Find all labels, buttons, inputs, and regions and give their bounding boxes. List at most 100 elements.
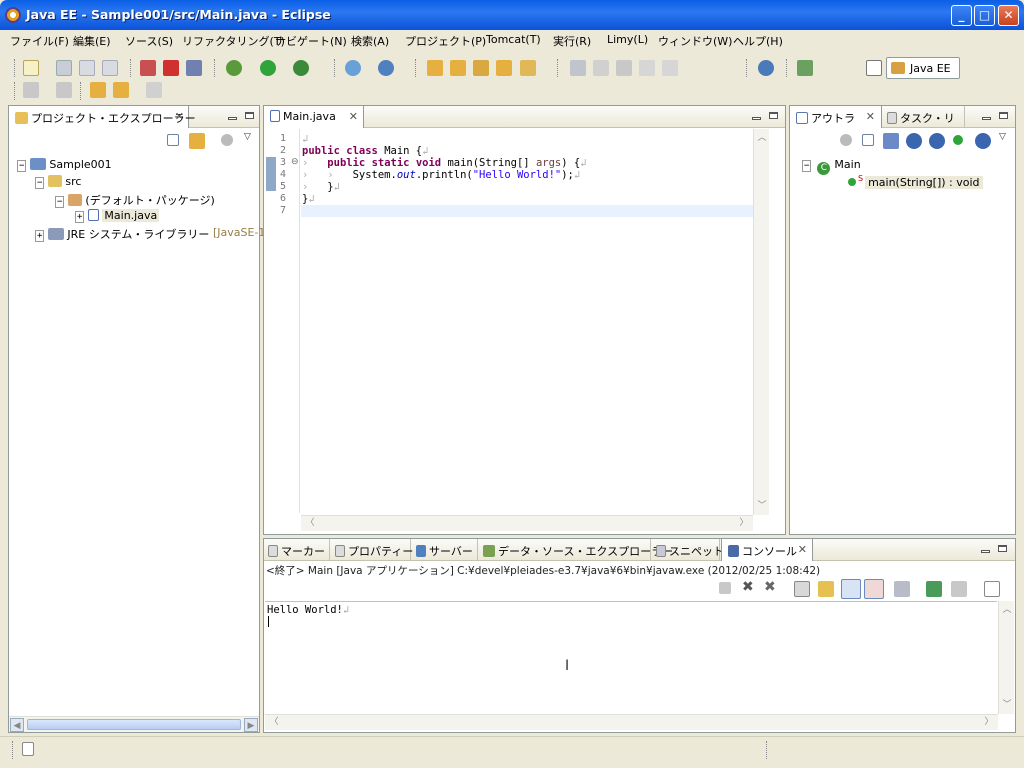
team-sync-icon[interactable] <box>797 60 813 76</box>
minimize-view-icon[interactable] <box>981 550 990 553</box>
collapse-all-icon[interactable] <box>862 134 874 146</box>
menu-limy[interactable]: Limy(L) <box>607 33 648 46</box>
tree-item-default-package[interactable]: − (デフォルト・パッケージ) <box>55 192 215 208</box>
maximize-view-icon[interactable] <box>998 545 1007 552</box>
pin-console-icon[interactable] <box>894 581 910 597</box>
title-bar[interactable]: Java EE - Sample001/src/Main.java - Ecli… <box>0 0 1024 30</box>
tab-outline[interactable]: アウトラ ✕ <box>790 106 882 128</box>
expand-toggle-icon[interactable]: + <box>35 230 45 242</box>
close-icon[interactable]: ✕ <box>349 110 358 123</box>
close-button[interactable]: ✕ <box>998 5 1019 26</box>
code-line-4[interactable]: › › System.out.println("Hello World!");↲ <box>302 169 580 181</box>
scroll-thumb[interactable] <box>27 719 241 730</box>
code-line-3[interactable]: › public static void main(String[] args)… <box>302 157 587 169</box>
back-icon[interactable] <box>113 82 129 98</box>
hide-fields-icon[interactable] <box>906 133 922 149</box>
remove-all-terminated-icon[interactable]: ✖ <box>764 579 776 595</box>
minimize-view-icon[interactable] <box>228 117 237 120</box>
show-source-icon[interactable] <box>639 60 655 76</box>
paragraph-icon[interactable] <box>662 60 678 76</box>
code-line-5[interactable]: › }↲ <box>302 181 340 193</box>
menu-edit[interactable]: 編集(E) <box>73 33 111 49</box>
menu-source[interactable]: ソース(S) <box>125 33 173 49</box>
fold-toggle-icon[interactable]: ⊖ <box>291 157 299 167</box>
console-horizontal-scrollbar[interactable]: 〈 〉 <box>265 714 998 730</box>
tab-servers[interactable]: サーバー <box>412 539 478 561</box>
minimize-view-icon[interactable] <box>982 117 991 120</box>
horizontal-scrollbar[interactable]: ◀ ▶ <box>9 716 259 732</box>
collapse-toggle-icon[interactable]: − <box>802 160 812 172</box>
scroll-down-icon[interactable]: ﹀ <box>1000 698 1014 712</box>
tree-item-src[interactable]: − src <box>35 175 81 189</box>
console-vertical-scrollbar[interactable]: ︿ ﹀ <box>998 601 1014 714</box>
scroll-right-icon[interactable]: 〉 <box>737 516 751 530</box>
collapse-all-icon[interactable] <box>167 134 179 146</box>
outline-item-class[interactable]: − C Main <box>802 158 861 175</box>
customize-icon[interactable] <box>840 134 852 146</box>
tab-properties[interactable]: プロパティー <box>331 539 413 561</box>
close-icon[interactable]: ✕ <box>175 110 184 123</box>
menu-window[interactable]: ウィンドウ(W) <box>658 33 732 49</box>
scroll-lock-icon[interactable] <box>818 581 834 597</box>
code-line-1[interactable]: ↲ <box>302 133 308 145</box>
tab-task-list[interactable]: タスク・リ <box>883 106 965 128</box>
minimize-button[interactable]: _ <box>951 5 972 26</box>
show-on-stdout-icon[interactable] <box>841 579 861 599</box>
collapse-toggle-icon[interactable]: − <box>17 160 27 172</box>
menu-refactor[interactable]: リファクタリング(T) <box>182 33 285 49</box>
code-line-2[interactable]: public class Main {↲ <box>302 145 428 157</box>
menu-help[interactable]: ヘルプ(H) <box>733 33 783 49</box>
code-line-6[interactable]: }↲ <box>302 193 315 205</box>
scroll-right-icon[interactable]: ▶ <box>244 718 258 732</box>
show-on-stderr-icon[interactable] <box>864 579 884 599</box>
perspective-button[interactable]: Java EE <box>886 57 960 79</box>
tomcat-stop-icon[interactable] <box>163 60 179 76</box>
new-icon[interactable] <box>23 60 39 76</box>
terminate-icon[interactable] <box>719 582 731 594</box>
sort-icon[interactable] <box>883 133 899 149</box>
menu-search[interactable]: 検索(A) <box>351 33 389 49</box>
tab-data-source-explorer[interactable]: データ・ソース・エクスプローラー <box>479 539 673 561</box>
collapse-toggle-icon[interactable]: − <box>35 177 45 189</box>
tree-item-project[interactable]: − Sample001 <box>17 158 112 172</box>
scroll-right-icon[interactable]: 〉 <box>982 715 996 729</box>
open-perspective-icon[interactable] <box>866 60 882 76</box>
search-icon[interactable] <box>473 60 489 76</box>
fast-view-icon[interactable] <box>22 742 34 756</box>
scroll-left-icon[interactable]: 〈 <box>303 516 317 530</box>
minimize-view-icon[interactable] <box>752 117 761 120</box>
show-whitespace-icon[interactable] <box>616 60 632 76</box>
save-icon[interactable] <box>56 60 72 76</box>
scroll-left-icon[interactable]: 〈 <box>267 715 281 729</box>
menu-project[interactable]: プロジェクト(P) <box>405 33 486 49</box>
toggle-block-selection-icon[interactable] <box>593 60 609 76</box>
view-menu-icon[interactable]: ▽ <box>999 132 1006 142</box>
scroll-up-icon[interactable]: ︿ <box>755 131 769 145</box>
web-browser-icon[interactable] <box>758 60 774 76</box>
open-type-icon[interactable] <box>427 60 443 76</box>
run-icon[interactable] <box>260 60 276 76</box>
scroll-up-icon[interactable]: ︿ <box>1000 603 1014 617</box>
maximize-view-icon[interactable] <box>245 112 254 119</box>
tomcat-restart-icon[interactable] <box>186 60 202 76</box>
debug-icon[interactable] <box>226 60 242 76</box>
next-annotation-icon[interactable] <box>56 82 72 98</box>
customize-view-icon[interactable] <box>221 134 233 146</box>
tree-item-jre[interactable]: + JRE システム・ライブラリー [JavaSE-1.6] <box>35 226 265 242</box>
link-with-editor-icon[interactable] <box>189 133 205 149</box>
remove-launch-icon[interactable]: ✖ <box>742 579 754 595</box>
hide-local-types-icon[interactable] <box>975 133 991 149</box>
open-console-icon[interactable] <box>951 581 967 597</box>
clear-console-icon[interactable] <box>794 581 810 597</box>
console-output-area[interactable]: Hello World!↲ I <box>265 601 997 714</box>
run-external-icon[interactable] <box>293 60 309 76</box>
menu-navigate[interactable]: ナビゲート(N) <box>275 33 347 49</box>
menu-run[interactable]: 実行(R) <box>553 33 591 49</box>
tab-project-explorer[interactable]: プロジェクト・エクスプローラー ✕ <box>9 106 196 128</box>
tab-markers[interactable]: マーカー <box>264 539 330 561</box>
tomcat-start-icon[interactable] <box>140 60 156 76</box>
maximize-button[interactable]: □ <box>974 5 995 26</box>
editor-gutter[interactable]: 1 2 3 4 5 6 7 ⊖ <box>264 129 300 513</box>
editor-horizontal-scrollbar[interactable]: 〈 〉 <box>301 515 753 531</box>
tab-main-java[interactable]: Main.java ✕ <box>264 106 364 128</box>
